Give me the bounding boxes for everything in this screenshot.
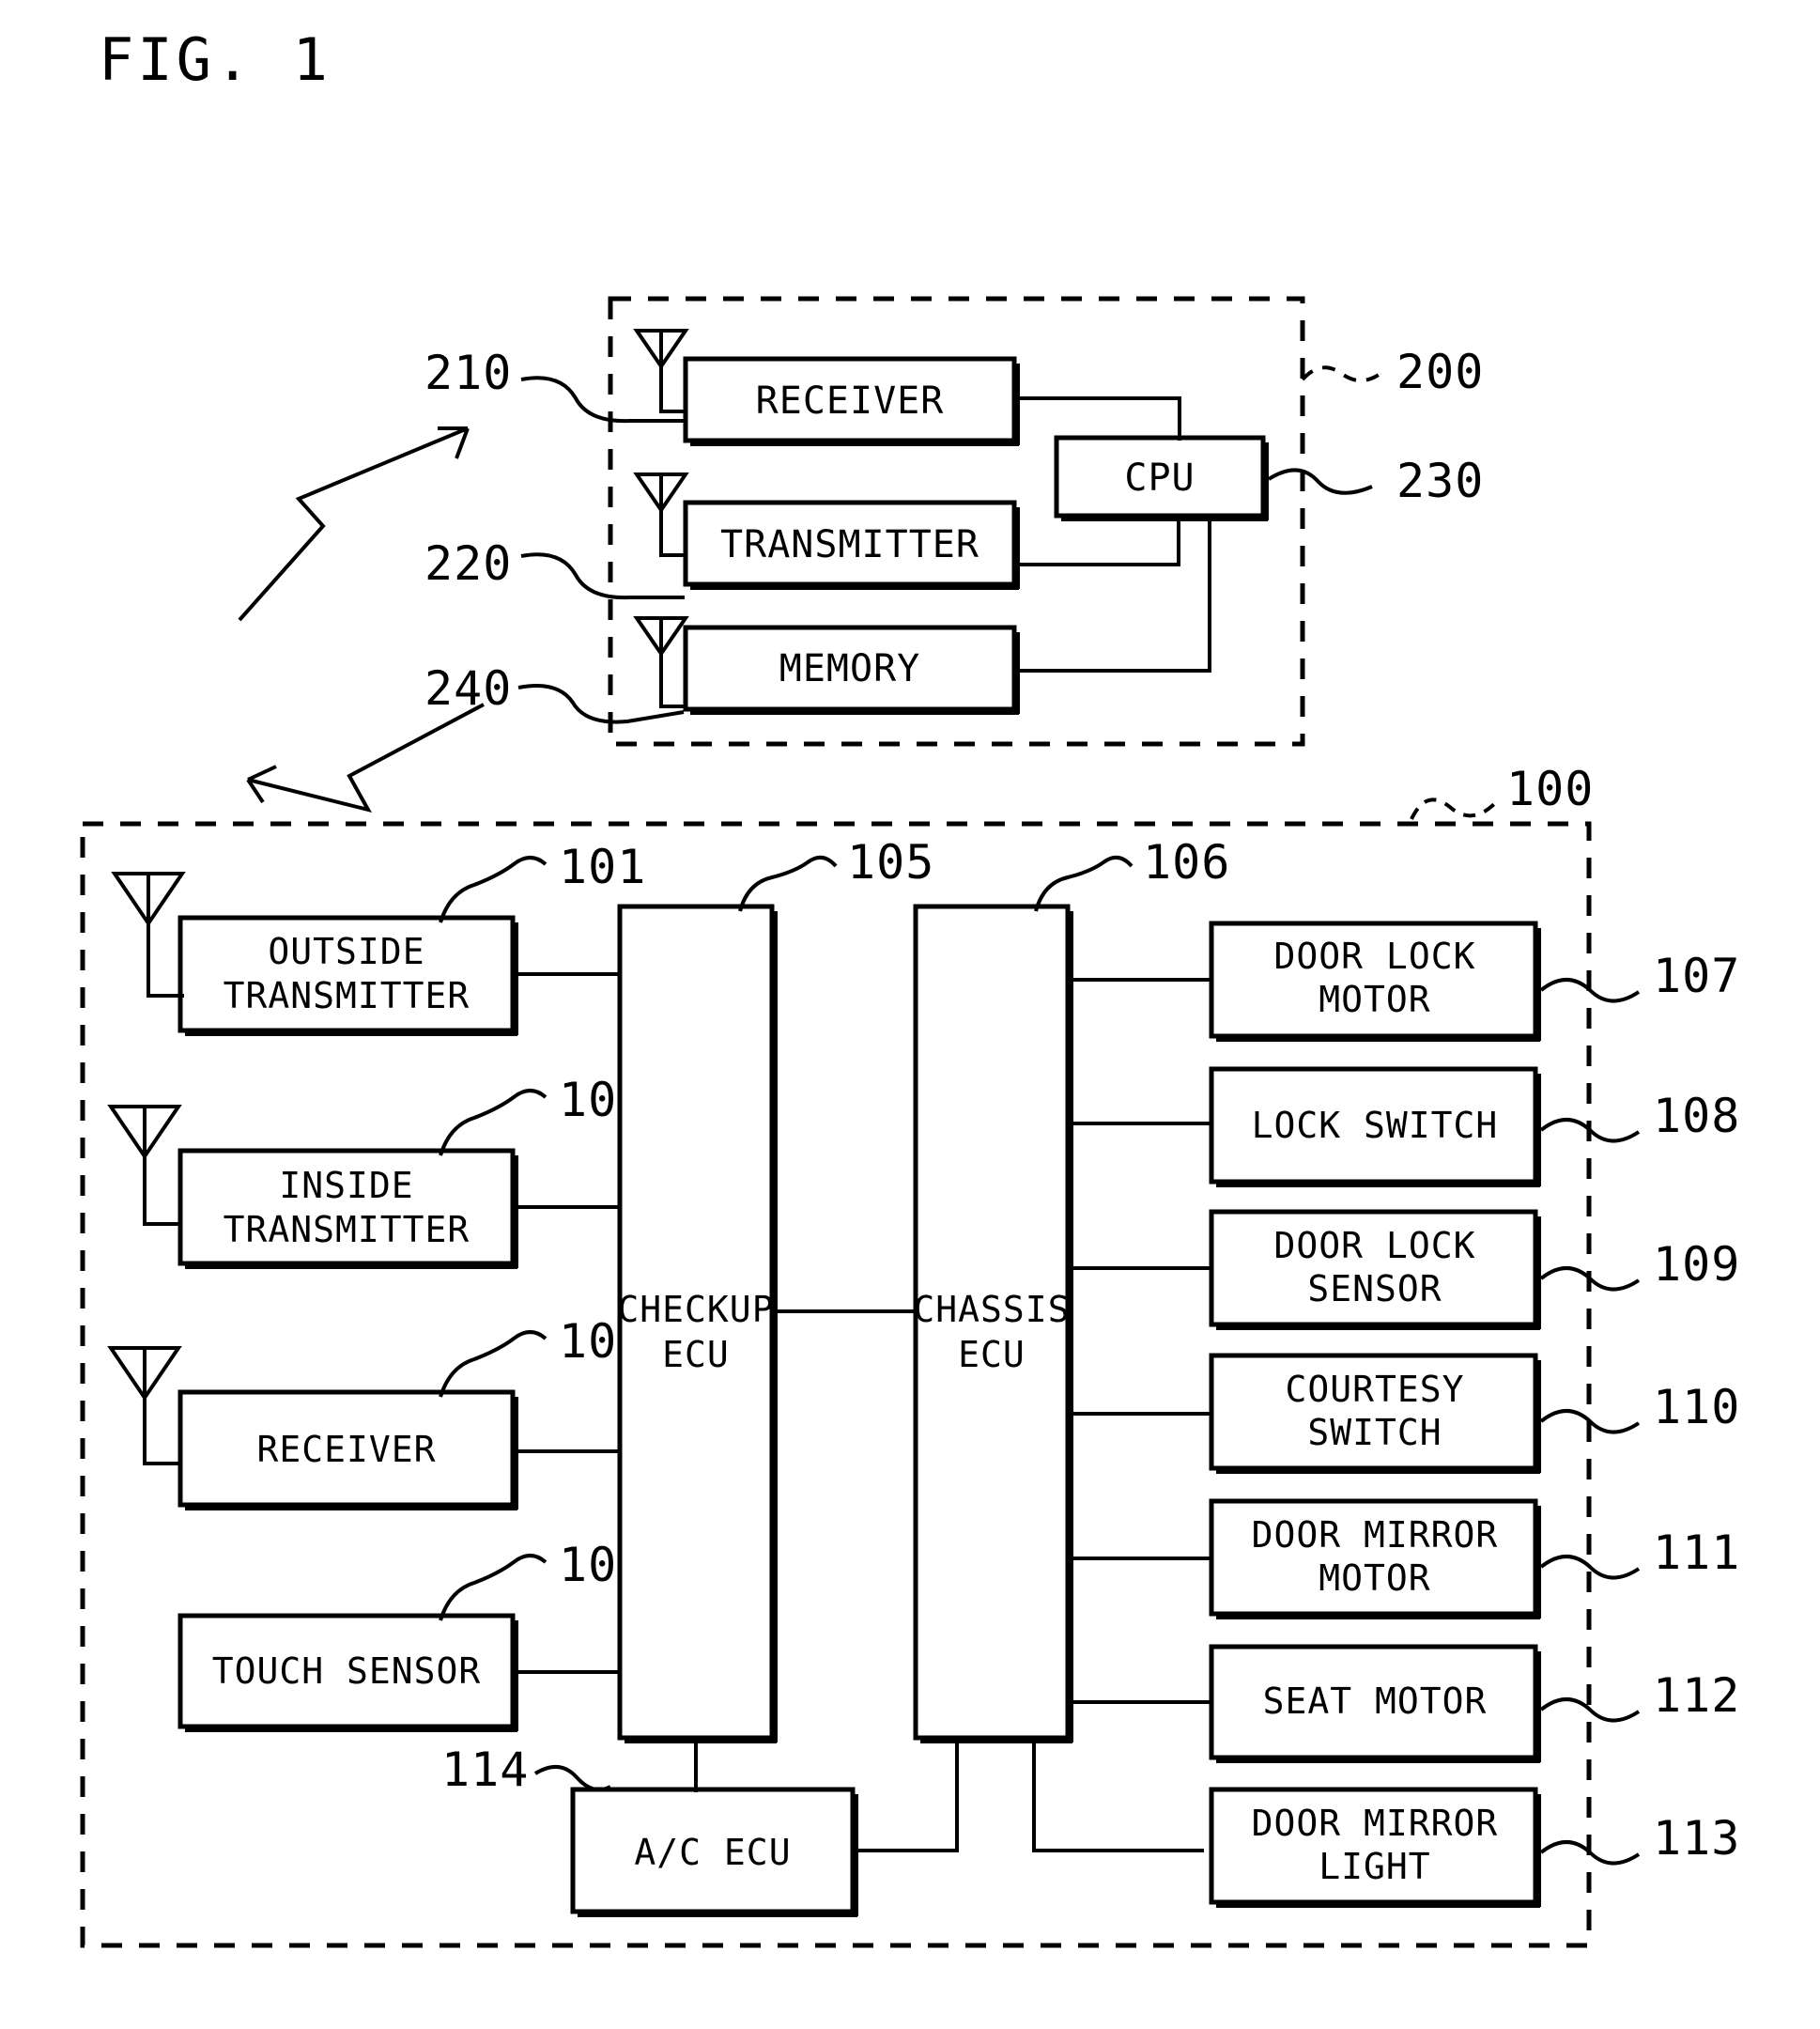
touch-sensor-label: TOUCH SENSOR (212, 1650, 482, 1692)
inside-transmitter-label-2: TRANSMITTER (224, 1209, 470, 1250)
ref-number-200: 200 (1396, 345, 1484, 399)
vehicle-receiver-antenna-icon (107, 1346, 182, 1465)
ref-number-111: 111 (1653, 1526, 1740, 1580)
ref-leader-102 (439, 1089, 548, 1156)
door-mirror-motor-label-1: DOOR MIRROR (1252, 1514, 1499, 1556)
portable-memory-label: MEMORY (779, 647, 921, 690)
door-mirror-light-label-2: LIGHT (1319, 1846, 1430, 1887)
vehicle-receiver-block: RECEIVER (177, 1389, 518, 1510)
page-title: FIG. 1 (99, 25, 332, 94)
door-lock-motor-block: DOOR LOCK MOTOR (1209, 921, 1541, 1042)
outside-transmitter-antenna-icon (111, 872, 186, 998)
ref-number-105: 105 (847, 835, 934, 890)
door-lock-sensor-label-1: DOOR LOCK (1274, 1225, 1476, 1266)
checkup-ecu-label-1: CHECKUP (617, 1289, 774, 1330)
lock-switch-label: LOCK SWITCH (1252, 1105, 1499, 1146)
ref-number-114: 114 (441, 1742, 529, 1797)
ref-number-110: 110 (1653, 1380, 1740, 1434)
figure-canvas: FIG. 1 200 RECEIVER 210 TRANSMITTER 220 … (80, 25, 1740, 1948)
portable-receiver-block: RECEIVER (683, 356, 1020, 446)
portable-transmitter-block: TRANSMITTER (683, 500, 1020, 590)
ref-number-109: 109 (1653, 1237, 1740, 1292)
ref-leader-106 (1034, 855, 1134, 912)
portable-memory-block: MEMORY (683, 625, 1020, 715)
chassis-ecu-label-1: CHASSIS (913, 1289, 1070, 1330)
transmitter-antenna-icon (633, 472, 689, 557)
ref-leader-220 (520, 552, 685, 600)
ref-number-113: 113 (1653, 1811, 1740, 1866)
seat-motor-label: SEAT MOTOR (1263, 1681, 1488, 1722)
wire-transmitter-cpu (1020, 519, 1180, 566)
ref-leader-104 (439, 1554, 548, 1621)
ref-leader-100 (1410, 798, 1500, 820)
door-mirror-light-block: DOOR MIRROR LIGHT (1209, 1787, 1541, 1908)
wire-receiver-cpu (1020, 396, 1181, 441)
ref-leader-114 (533, 1765, 611, 1792)
radio-wave-up-arrow (238, 426, 470, 622)
door-mirror-motor-block: DOOR MIRROR MOTOR (1209, 1498, 1541, 1619)
courtesy-switch-label-1: COURTESY (1285, 1369, 1464, 1410)
ref-leader-103 (439, 1330, 548, 1398)
portable-receiver-label: RECEIVER (756, 379, 945, 423)
checkup-ecu-label-2: ECU (662, 1334, 730, 1375)
ref-leader-240 (517, 684, 685, 724)
portable-cpu-label: CPU (1124, 457, 1195, 500)
ref-number-220: 220 (424, 536, 512, 591)
ac-ecu-label: A/C ECU (634, 1832, 791, 1873)
radio-wave-down-arrow (246, 703, 485, 813)
patent-figure-page: FIG. 1 200 RECEIVER 210 TRANSMITTER 220 … (0, 0, 1820, 2029)
ref-number-230: 230 (1396, 454, 1484, 508)
memory-antenna-icon (633, 616, 689, 708)
ref-number-107: 107 (1653, 949, 1740, 1003)
ref-leader-101 (439, 856, 548, 923)
outside-transmitter-label-2: TRANSMITTER (224, 975, 470, 1016)
ref-number-101: 101 (559, 840, 646, 894)
ref-number-112: 112 (1653, 1668, 1740, 1723)
lock-switch-block: LOCK SWITCH (1209, 1066, 1541, 1187)
wire-chassis-ac-ecu (856, 1743, 959, 1852)
door-mirror-light-label-1: DOOR MIRROR (1252, 1803, 1499, 1844)
courtesy-switch-label-2: SWITCH (1307, 1412, 1442, 1453)
inside-transmitter-block: INSIDE TRANSMITTER (177, 1148, 518, 1269)
ref-number-106: 106 (1143, 835, 1230, 890)
ref-number-210: 210 (424, 346, 512, 400)
ref-number-100: 100 (1506, 762, 1594, 816)
door-mirror-motor-label-2: MOTOR (1319, 1557, 1430, 1599)
courtesy-switch-block: COURTESY SWITCH (1209, 1353, 1541, 1474)
ref-leader-200 (1301, 365, 1387, 382)
outside-transmitter-label-1: OUTSIDE (268, 931, 424, 972)
ref-leader-230 (1267, 468, 1373, 495)
inside-transmitter-antenna-icon (107, 1105, 182, 1226)
chassis-ecu-block: CHASSIS ECU (913, 904, 1073, 1743)
outside-transmitter-block: OUTSIDE TRANSMITTER (177, 915, 518, 1036)
door-lock-motor-label-1: DOOR LOCK (1274, 936, 1476, 977)
ref-number-108: 108 (1653, 1089, 1740, 1143)
wire-chassis-door-mirror-light (1032, 1743, 1204, 1852)
inside-transmitter-label-1: INSIDE (279, 1165, 413, 1206)
portable-cpu-block: CPU (1054, 435, 1269, 521)
ref-number-240: 240 (424, 661, 512, 716)
chassis-ecu-label-2: ECU (958, 1334, 1026, 1375)
receiver-antenna-icon (633, 329, 689, 413)
door-lock-sensor-block: DOOR LOCK SENSOR (1209, 1209, 1541, 1330)
door-lock-motor-label-2: MOTOR (1319, 979, 1430, 1020)
portable-transmitter-label: TRANSMITTER (720, 523, 979, 566)
wire-memory-cpu (1020, 519, 1211, 673)
ref-leader-105 (738, 855, 838, 912)
seat-motor-block: SEAT MOTOR (1209, 1644, 1541, 1763)
touch-sensor-block: TOUCH SENSOR (177, 1613, 518, 1732)
door-lock-sensor-label-2: SENSOR (1307, 1268, 1442, 1309)
vehicle-receiver-label: RECEIVER (256, 1429, 436, 1470)
checkup-ecu-block: CHECKUP ECU (617, 904, 778, 1743)
ac-ecu-block: A/C ECU (570, 1787, 858, 1917)
